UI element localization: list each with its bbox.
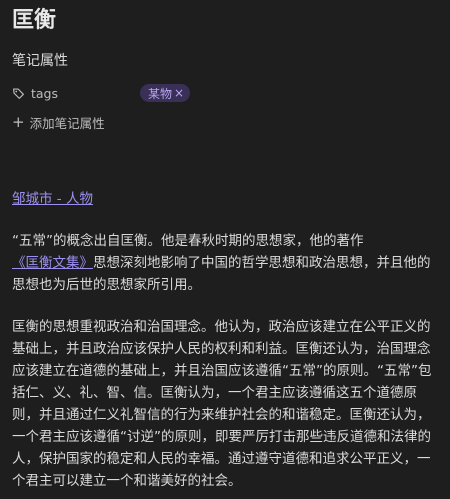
tag-remove-icon[interactable]: × — [174, 86, 184, 100]
internal-link-book[interactable]: 《匡衡文集》 — [12, 255, 93, 271]
add-property-button[interactable]: + 添加笔记属性 — [12, 112, 105, 132]
paragraph-1-text-before: “五常”的概念出自匡衡。他是春秋时期的思想家，他的著作 — [12, 233, 364, 249]
plus-icon: + — [12, 112, 25, 131]
property-row-tags: tags 某物 × — [12, 82, 438, 104]
property-key-label: tags — [31, 85, 59, 101]
tag-icon — [13, 87, 24, 99]
property-value-tags[interactable]: 某物 × — [140, 83, 191, 103]
paragraph-2[interactable]: 匡衡的思想重视政治和治国理念。他认为，政治应该建立在公平正义的基础上，并且政治应… — [12, 316, 440, 492]
properties-heading[interactable]: 笔记属性 — [12, 50, 68, 72]
tag-label: 某物 — [148, 86, 173, 101]
tag-pill[interactable]: 某物 × — [140, 84, 191, 102]
internal-link-city[interactable]: 邹城市 - 人物 — [12, 191, 93, 207]
add-property-label: 添加笔记属性 — [29, 115, 105, 131]
property-key-tags[interactable]: tags — [12, 82, 58, 104]
paragraph-1[interactable]: “五常”的概念出自匡衡。他是春秋时期的思想家，他的著作《匡衡文集》思想深刻地影响… — [12, 230, 440, 296]
note-view: 匡衡 笔记属性 tags 某物 × + 添加笔记属性 邹城市 - 人物 “五常”… — [0, 0, 450, 499]
page-title[interactable]: 匡衡 — [12, 4, 56, 38]
backlink-line: 邹城市 - 人物 — [12, 188, 93, 210]
